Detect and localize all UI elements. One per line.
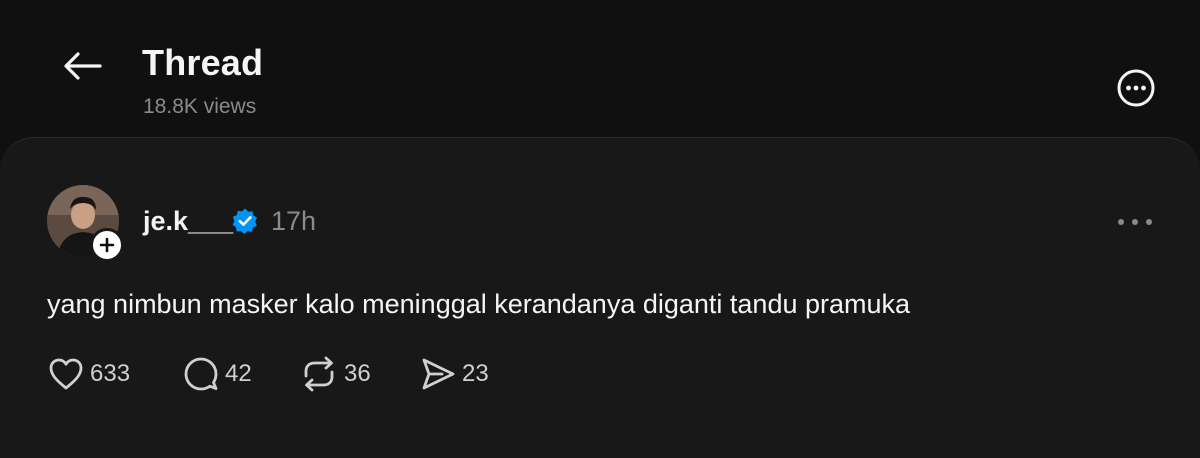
- post-options-button[interactable]: [1112, 208, 1158, 236]
- repost-icon: [304, 356, 334, 392]
- username[interactable]: je.k___: [143, 206, 233, 237]
- heart-icon: [49, 358, 83, 390]
- follow-plus-icon: [99, 237, 115, 253]
- repost-button[interactable]: 36: [300, 354, 371, 394]
- follow-button[interactable]: [90, 228, 124, 262]
- like-button[interactable]: 633: [48, 354, 130, 394]
- reply-button[interactable]: 42: [183, 354, 252, 394]
- more-circle-icon: [1117, 69, 1155, 107]
- share-button[interactable]: 23: [420, 354, 489, 394]
- page-title: Thread: [142, 42, 264, 83]
- back-button[interactable]: [58, 44, 106, 88]
- repost-count: 36: [344, 360, 371, 387]
- more-horizontal-icon: [1118, 219, 1152, 225]
- post-timestamp: 17h: [271, 206, 317, 236]
- thread-header: Thread 18.8K views: [0, 0, 1200, 138]
- post-card: je.k___ 17h yang nimbun masker kalo meni…: [0, 137, 1200, 458]
- thread-options-button[interactable]: [1114, 66, 1158, 110]
- post-text: yang nimbun masker kalo meninggal kerand…: [47, 289, 911, 319]
- share-count: 23: [462, 360, 489, 387]
- back-arrow-icon: [64, 52, 102, 80]
- like-count: 633: [90, 360, 131, 387]
- reply-count: 42: [225, 360, 252, 387]
- share-icon: [422, 358, 455, 390]
- view-count: 18.8K views: [143, 95, 257, 118]
- verified-badge-icon: [232, 208, 257, 234]
- comment-icon: [184, 357, 218, 391]
